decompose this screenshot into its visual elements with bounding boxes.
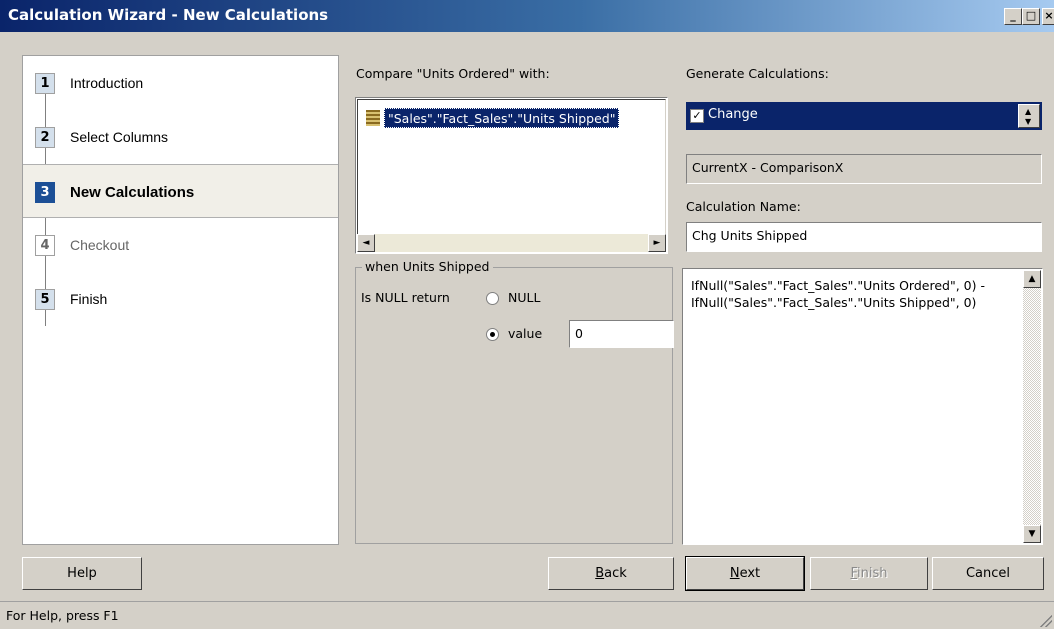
step-number: 5 (35, 289, 55, 310)
accelerator-key: B (595, 566, 605, 581)
close-icon: × (1044, 9, 1054, 22)
cancel-button-label: Cancel (965, 566, 1011, 581)
maximize-icon: □ (1025, 9, 1037, 22)
close-button[interactable]: × (1042, 8, 1054, 25)
null-value-input[interactable]: 0 (569, 320, 674, 348)
group-legend: when Units Shipped (362, 259, 493, 274)
step-number: 4 (35, 235, 55, 256)
spin-up-icon[interactable]: ▲ (1025, 108, 1031, 116)
step-label: Select Columns (70, 129, 169, 145)
step-number: 1 (35, 73, 55, 94)
checkmark-icon: ✓ (692, 109, 702, 122)
step-select-columns[interactable]: 2 Select Columns (23, 110, 338, 164)
arrow-left-icon: ◄ (362, 238, 370, 248)
minimize-icon: _ (1010, 9, 1016, 22)
radio-value-label[interactable]: value (508, 326, 542, 341)
list-item-text: "Sales"."Fact_Sales"."Units Shipped" (384, 108, 620, 128)
resize-grip-icon[interactable] (1040, 615, 1052, 627)
minimize-button[interactable]: _ (1004, 8, 1022, 25)
column-icon (366, 110, 380, 126)
help-button[interactable]: Help (22, 557, 142, 590)
back-button[interactable]: Back (548, 557, 674, 590)
cancel-button[interactable]: Cancel (932, 557, 1044, 590)
vertical-scrollbar[interactable]: ▲ ▼ (1023, 270, 1041, 543)
next-button-label: ext (739, 566, 761, 581)
scroll-right-button[interactable]: ► (648, 234, 666, 252)
status-bar: For Help, press F1 (0, 601, 1054, 629)
step-checkout[interactable]: 4 Checkout (23, 218, 338, 272)
calculation-type-label: Change (708, 107, 758, 122)
step-label: Introduction (70, 75, 144, 91)
scroll-left-button[interactable]: ◄ (357, 234, 375, 252)
accelerator-key: N (729, 566, 740, 581)
calculation-name-label: Calculation Name: (686, 199, 801, 214)
calculation-wizard-window: Calculation Wizard - New Calculations _ … (0, 0, 1054, 629)
null-handling-group: when Units Shipped Is NULL return NULL v… (355, 259, 674, 544)
finish-button-label: inish (857, 566, 888, 581)
step-finish[interactable]: 5 Finish (23, 272, 338, 326)
status-text: For Help, press F1 (6, 608, 119, 623)
compare-columns-listbox[interactable]: "Sales"."Fact_Sales"."Units Shipped" ◄ ► (355, 97, 668, 254)
arrow-up-icon: ▲ (1028, 274, 1036, 284)
arrow-down-icon: ▼ (1028, 529, 1036, 539)
radio-null[interactable] (486, 292, 499, 305)
title-bar[interactable]: Calculation Wizard - New Calculations _ … (0, 0, 1054, 32)
spin-buttons[interactable]: ▲ ▼ (1018, 104, 1040, 128)
scroll-down-button[interactable]: ▼ (1023, 525, 1041, 543)
calculation-name-input[interactable]: Chg Units Shipped (686, 222, 1042, 252)
calculation-type-selector[interactable]: ✓ Change ▲ ▼ (686, 102, 1042, 130)
maximize-button[interactable]: □ (1022, 8, 1040, 25)
step-new-calculations[interactable]: 3 New Calculations (23, 164, 338, 218)
radio-null-label[interactable]: NULL (508, 290, 540, 305)
window-title: Calculation Wizard - New Calculations (8, 6, 329, 24)
change-checkbox[interactable]: ✓ (690, 109, 704, 123)
formula-description-field: CurrentX - ComparisonX (686, 154, 1042, 184)
step-number: 3 (35, 182, 55, 203)
horizontal-scrollbar[interactable]: ◄ ► (357, 234, 666, 252)
expression-editor[interactable]: IfNull("Sales"."Fact_Sales"."Units Order… (682, 268, 1043, 545)
help-button-label: Help (67, 566, 97, 581)
radio-value[interactable] (486, 328, 499, 341)
next-button[interactable]: Next (685, 556, 805, 591)
spin-down-icon[interactable]: ▼ (1025, 118, 1031, 126)
finish-button[interactable]: Finish (810, 557, 928, 590)
compare-label: Compare "Units Ordered" with: (356, 66, 550, 81)
is-null-label: Is NULL return (361, 290, 450, 305)
step-label: New Calculations (70, 184, 195, 201)
step-label: Checkout (70, 237, 130, 253)
step-introduction[interactable]: 1 Introduction (23, 56, 338, 110)
back-button-label: ack (604, 566, 627, 581)
generate-label: Generate Calculations: (686, 66, 829, 81)
wizard-steps-panel: 1 Introduction 2 Select Columns 3 New Ca… (22, 55, 339, 545)
step-label: Finish (70, 291, 108, 307)
scroll-up-button[interactable]: ▲ (1023, 270, 1041, 288)
step-number: 2 (35, 127, 55, 148)
expression-text: IfNull("Sales"."Fact_Sales"."Units Order… (691, 278, 989, 310)
list-item[interactable]: "Sales"."Fact_Sales"."Units Shipped" (366, 108, 662, 130)
arrow-right-icon: ► (653, 238, 661, 248)
